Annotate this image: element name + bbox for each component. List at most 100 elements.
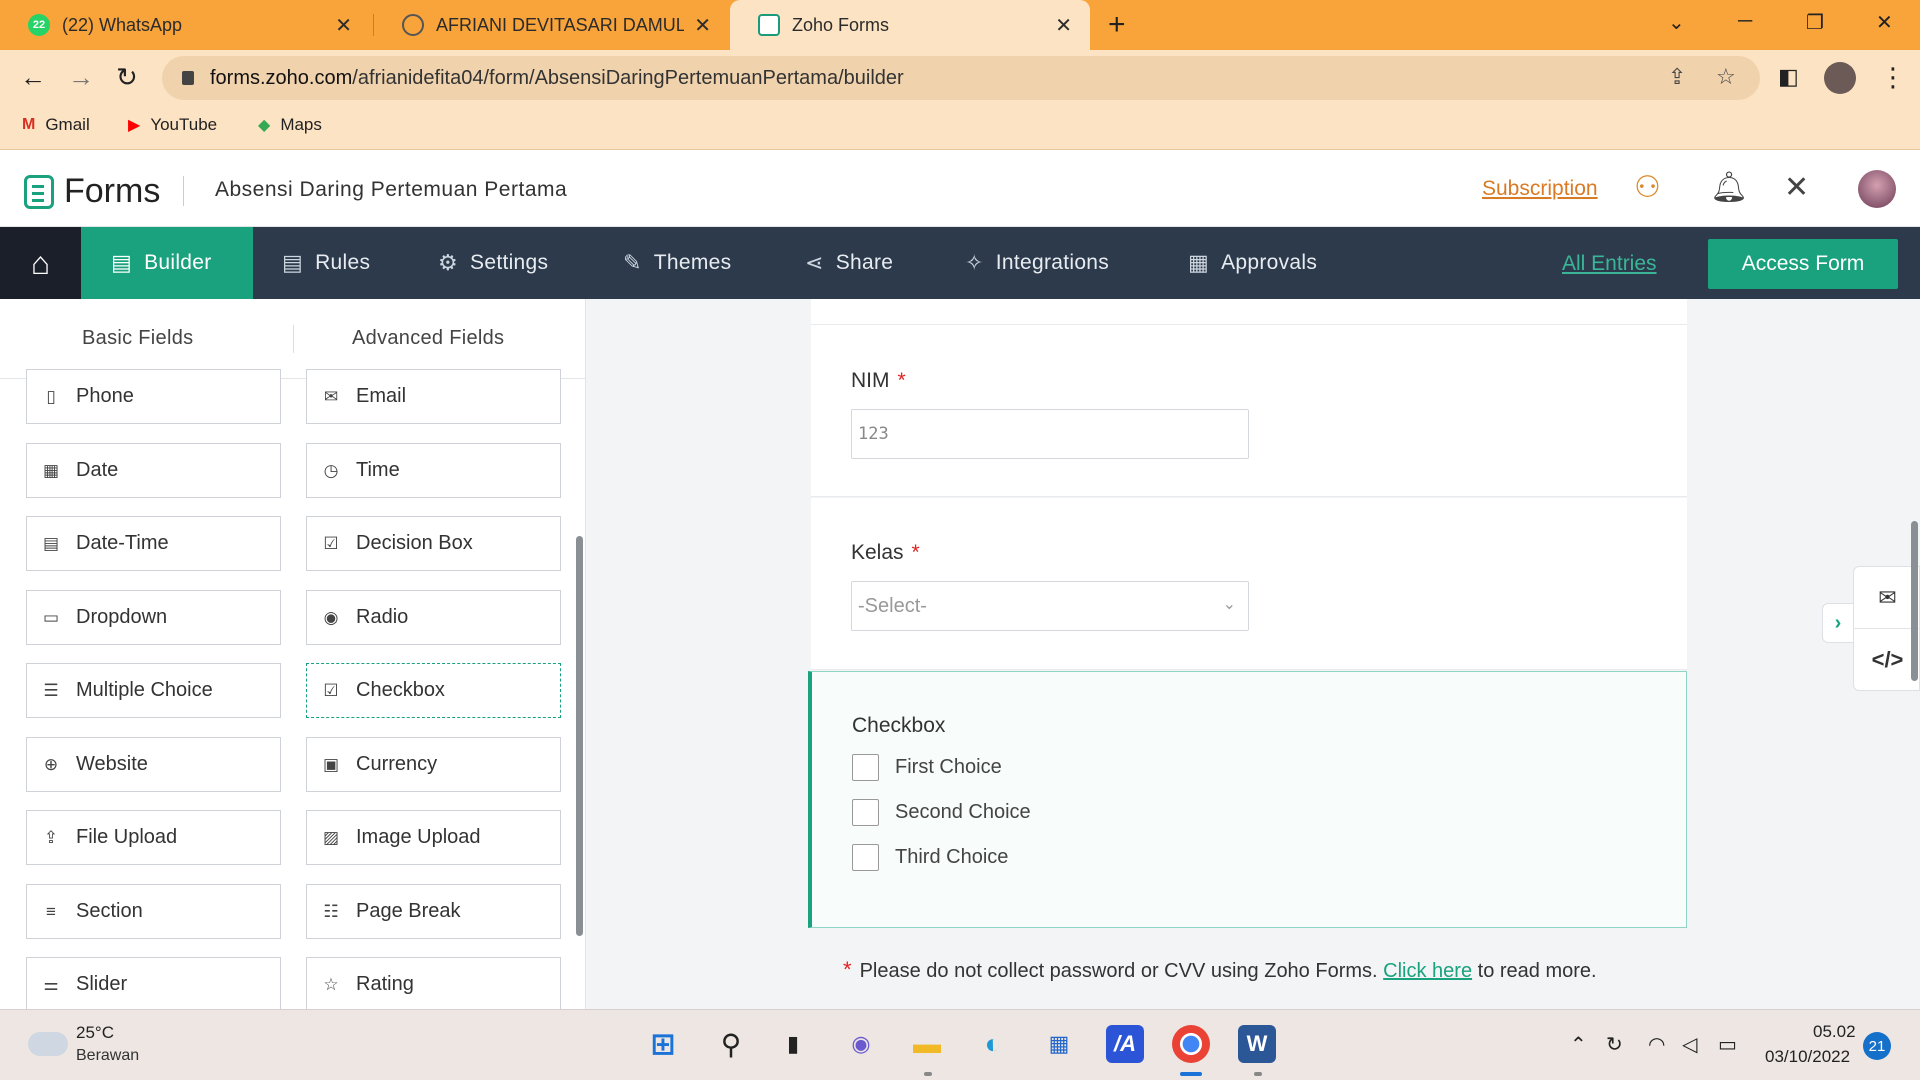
field-date-time[interactable]: ▤ Date-Time	[26, 516, 281, 571]
close-icon[interactable]: ✕	[694, 13, 711, 38]
battery-icon[interactable]: ▭	[1718, 1032, 1737, 1057]
new-tab-button[interactable]: +	[1108, 8, 1126, 42]
bookmark-gmail[interactable]: M Gmail	[22, 115, 90, 135]
tab-zoho-forms[interactable]: Zoho Forms ✕	[730, 0, 1090, 50]
tab-afriani[interactable]: AFRIANI DEVITASARI DAMULAWA ✕	[374, 0, 729, 50]
restore-icon[interactable]: ❐	[1806, 10, 1824, 35]
volume-icon[interactable]: ◁	[1682, 1032, 1697, 1057]
close-icon[interactable]: ✕	[335, 13, 352, 38]
weather-temperature[interactable]: 25°C	[76, 1023, 114, 1043]
field-multiple-choice[interactable]: ☰ Multiple Choice	[26, 663, 281, 718]
address-bar[interactable]: forms.zoho.com/afrianidefita04/form/Abse…	[162, 56, 1760, 100]
weather-description[interactable]: Berawan	[76, 1047, 139, 1065]
notice-link[interactable]: Click here	[1383, 960, 1472, 982]
field-dropdown[interactable]: ▭ Dropdown	[26, 590, 281, 645]
field-rating[interactable]: ☆ Rating	[306, 957, 561, 1009]
logo-text: Forms	[64, 172, 161, 210]
clock-time[interactable]: 05.02	[1813, 1022, 1856, 1042]
checkbox-input[interactable]	[852, 754, 879, 781]
cloud-icon[interactable]	[28, 1032, 68, 1056]
file-explorer-icon[interactable]: ▬	[908, 1025, 946, 1063]
edge-icon[interactable]: ◐	[974, 1025, 1012, 1063]
tab-rules[interactable]: ▤ Rules	[282, 227, 370, 299]
field-phone[interactable]: ▯ Phone	[26, 369, 281, 424]
all-entries-link[interactable]: All Entries	[1562, 252, 1657, 276]
checkbox-input[interactable]	[852, 844, 879, 871]
checkbox-input[interactable]	[852, 799, 879, 826]
field-decision-box[interactable]: ☑ Decision Box	[306, 516, 561, 571]
field-image-upload[interactable]: ▨ Image Upload	[306, 810, 561, 865]
tab-whatsapp[interactable]: 22 (22) WhatsApp ✕	[0, 0, 370, 50]
profile-avatar[interactable]	[1824, 62, 1856, 94]
user-switch-icon[interactable]: ⚇	[1634, 170, 1661, 205]
palette-scrollbar[interactable]	[576, 536, 583, 936]
tab-builder[interactable]: ▤ Builder	[81, 227, 253, 299]
tab-search-icon[interactable]: ⌄	[1668, 10, 1685, 35]
field-checkbox-selected[interactable]: Checkbox First Choice Second Choice Thir…	[808, 671, 1687, 928]
tab-approvals[interactable]: ▦ Approvals	[1188, 227, 1317, 299]
window-close-icon[interactable]: ✕	[1876, 10, 1893, 35]
tab-themes[interactable]: ✎ Themes	[623, 227, 731, 299]
tab-share[interactable]: ⋖ Share	[805, 227, 893, 299]
kelas-select[interactable]: -Select- ⌄	[851, 581, 1249, 631]
field-date[interactable]: ▦ Date	[26, 443, 281, 498]
minimize-icon[interactable]: ─	[1738, 10, 1752, 33]
share-page-icon[interactable]: ⇪	[1668, 64, 1686, 90]
field-time[interactable]: ◷ Time	[306, 443, 561, 498]
subscription-link[interactable]: Subscription	[1482, 177, 1598, 201]
start-icon[interactable]: ⊞	[644, 1025, 682, 1063]
zoho-app-icon[interactable]: /A	[1106, 1025, 1144, 1063]
tab-integrations[interactable]: ✧ Integrations	[965, 227, 1109, 299]
reload-icon[interactable]: ↻	[116, 62, 138, 93]
nav-label: Rules	[315, 251, 371, 274]
chevron-up-icon[interactable]: ⌃	[1570, 1032, 1587, 1057]
field-currency[interactable]: ▣ Currency	[306, 737, 561, 792]
field-section[interactable]: ≡ Section	[26, 884, 281, 939]
home-icon[interactable]: ⌂	[0, 227, 81, 299]
menu-icon[interactable]: ⋮	[1880, 62, 1906, 93]
notification-badge[interactable]: 21	[1863, 1032, 1891, 1060]
checkbox-label: Checkbox	[852, 714, 946, 737]
choice-third[interactable]: Third Choice	[852, 844, 1008, 871]
forward-icon[interactable]: →	[68, 62, 94, 93]
canvas-scrollbar[interactable]	[1911, 521, 1918, 681]
word-icon[interactable]: W	[1238, 1025, 1276, 1063]
access-form-button[interactable]: Access Form	[1708, 239, 1898, 289]
avatar[interactable]	[1858, 170, 1896, 208]
bookmark-label: Maps	[280, 115, 322, 134]
choice-second[interactable]: Second Choice	[852, 799, 1031, 826]
field-kelas[interactable]: Kelas * -Select- ⌄	[811, 498, 1687, 670]
tab-settings[interactable]: ⚙ Settings	[438, 227, 548, 299]
chevron-right-icon[interactable]: ›	[1822, 603, 1853, 643]
chrome-icon[interactable]	[1172, 1025, 1210, 1063]
clock-date[interactable]: 03/10/2022	[1765, 1047, 1850, 1067]
bookmark-star-icon[interactable]: ☆	[1716, 64, 1736, 90]
field-radio[interactable]: ◉ Radio	[306, 590, 561, 645]
checkbox-icon: ☑	[323, 680, 339, 700]
tab-advanced-fields[interactable]: Advanced Fields	[352, 327, 504, 350]
store-icon[interactable]: ▦	[1040, 1025, 1078, 1063]
tools-icon[interactable]: ✕	[1784, 170, 1809, 205]
bell-icon[interactable]: 🔔︎	[1710, 170, 1748, 205]
bookmark-maps[interactable]: ◆ Maps	[258, 115, 322, 135]
sync-icon[interactable]: ↻	[1606, 1032, 1623, 1057]
side-panel-icon[interactable]: ◧	[1778, 64, 1799, 90]
field-email[interactable]: ✉ Email	[306, 369, 561, 424]
field-nim[interactable]: NIM * 123	[811, 325, 1687, 497]
field-slider[interactable]: ⚌ Slider	[26, 957, 281, 1009]
close-icon[interactable]: ✕	[1055, 13, 1072, 38]
forms-logo[interactable]: Forms	[24, 172, 160, 211]
field-file-upload[interactable]: ⇪ File Upload	[26, 810, 281, 865]
field-checkbox[interactable]: ☑ Checkbox	[306, 663, 561, 718]
field-page-break[interactable]: ☷ Page Break	[306, 884, 561, 939]
search-icon[interactable]: ⚲	[712, 1025, 750, 1063]
nim-input[interactable]: 123	[851, 409, 1249, 459]
chat-icon[interactable]: ◉	[842, 1025, 880, 1063]
tab-basic-fields[interactable]: Basic Fields	[82, 327, 193, 350]
wifi-icon[interactable]: ◠	[1648, 1032, 1665, 1057]
bookmark-youtube[interactable]: ▶ YouTube	[128, 115, 217, 135]
back-icon[interactable]: ←	[20, 62, 46, 93]
field-website[interactable]: ⊕ Website	[26, 737, 281, 792]
task-view-icon[interactable]: ▮	[774, 1025, 812, 1063]
choice-first[interactable]: First Choice	[852, 754, 1002, 781]
